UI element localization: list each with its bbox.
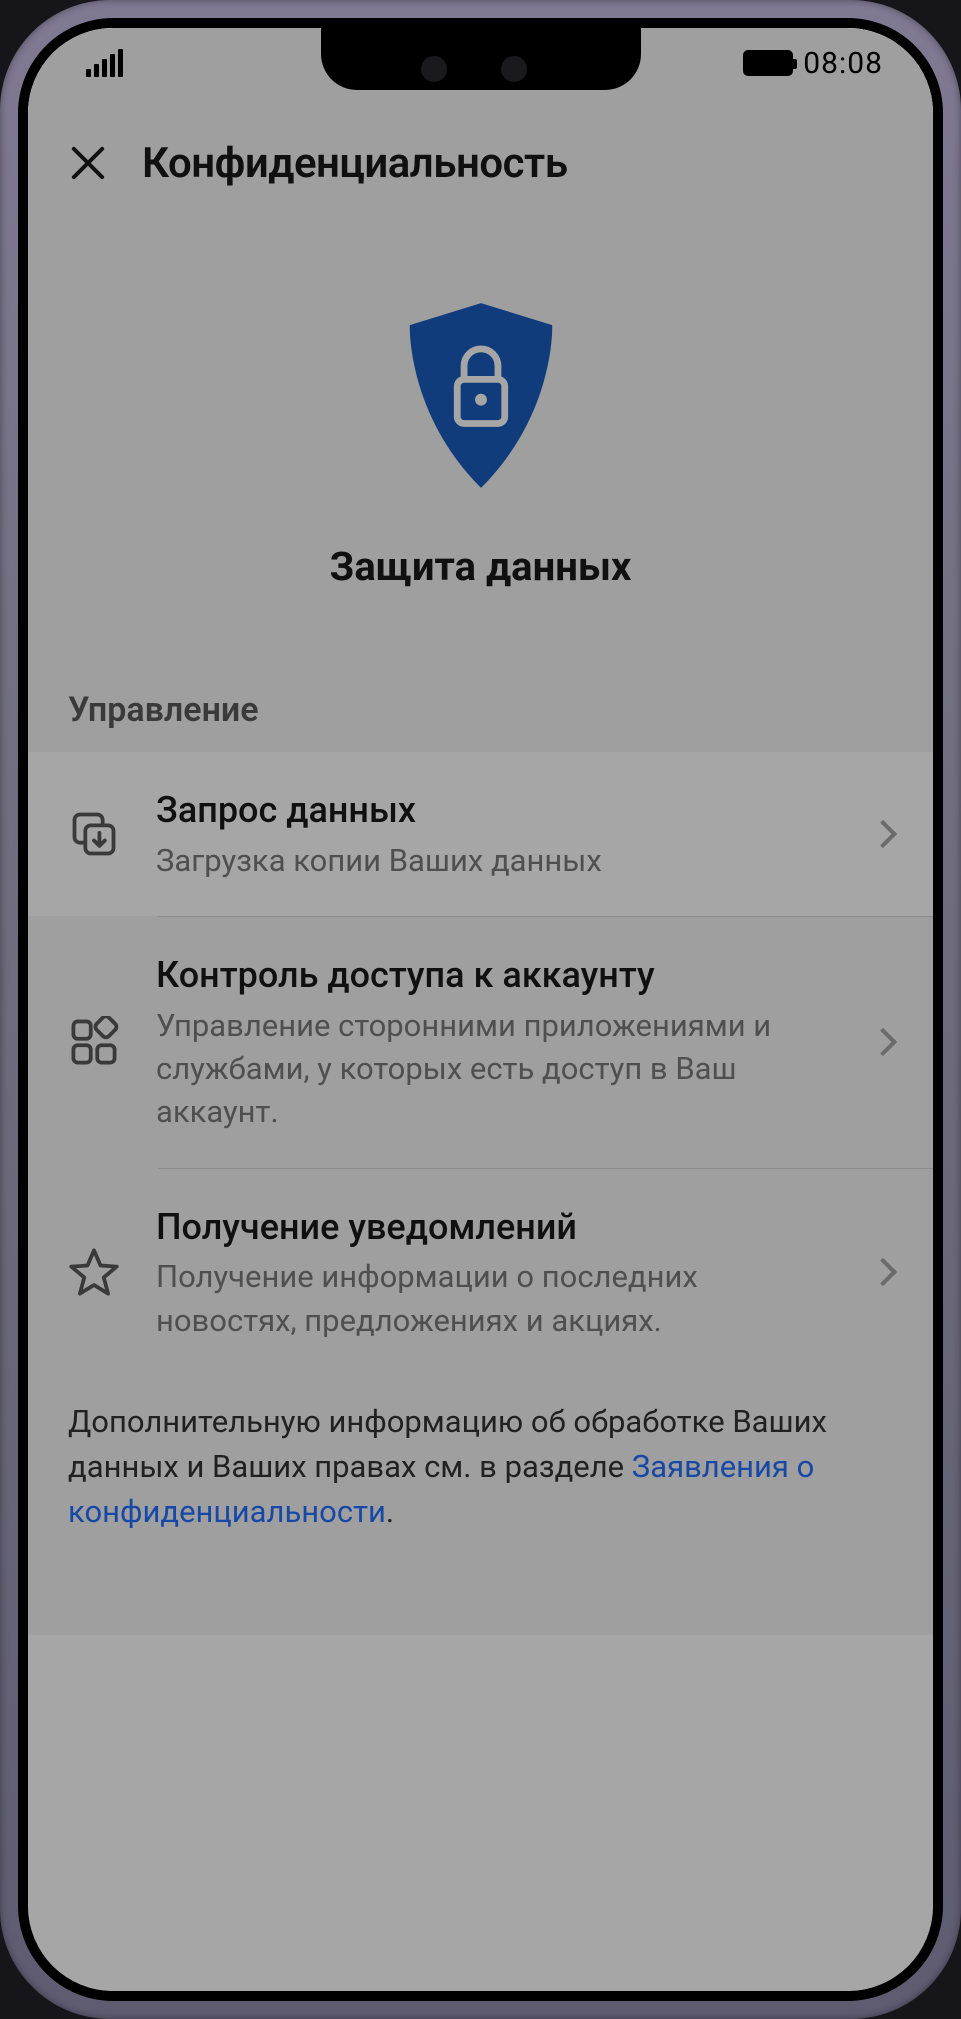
content: Защита данных Управление Запрос данных З… <box>28 228 933 1635</box>
menu-item-subtitle: Управление сторонними приложениями и слу… <box>156 1004 837 1134</box>
app-header: Конфиденциальность <box>28 98 933 228</box>
chevron-right-icon <box>869 820 897 848</box>
phone-bezel: 08:08 Конфиденциальность Защита данных <box>18 18 943 2001</box>
screen: 08:08 Конфиденциальность Защита данных <box>28 28 933 1991</box>
hero-title: Защита данных <box>58 543 903 590</box>
menu-text: Запрос данных Загрузка копии Ваших данны… <box>156 786 837 882</box>
chevron-right-icon <box>869 1258 897 1286</box>
apps-icon <box>68 1016 120 1068</box>
menu-item-subtitle: Получение информации о последних новостя… <box>156 1255 837 1342</box>
battery-icon <box>743 50 793 76</box>
star-icon <box>68 1246 120 1298</box>
menu-item-title: Получение уведомлений <box>156 1203 837 1252</box>
copy-data-icon <box>68 808 120 860</box>
status-time: 08:08 <box>803 46 883 81</box>
page-title: Конфиденциальность <box>142 139 568 188</box>
phone-frame: 08:08 Конфиденциальность Защита данных <box>0 0 961 2019</box>
menu-item-notifications[interactable]: Получение уведомлений Получение информац… <box>28 1169 933 1376</box>
section-label: Управление <box>28 690 933 752</box>
notch <box>321 28 641 90</box>
hero: Защита данных <box>28 228 933 690</box>
footer-text-after: . <box>386 1493 394 1530</box>
chevron-right-icon <box>869 1028 897 1056</box>
menu-text: Получение уведомлений Получение информац… <box>156 1203 837 1342</box>
menu-text: Контроль доступа к аккаунту Управление с… <box>156 951 837 1134</box>
status-right: 08:08 <box>743 46 883 81</box>
menu-item-data-request[interactable]: Запрос данных Загрузка копии Ваших данны… <box>28 752 933 916</box>
menu-item-account-access[interactable]: Контроль доступа к аккаунту Управление с… <box>28 917 933 1168</box>
shield-lock-icon <box>396 298 566 493</box>
menu-item-title: Запрос данных <box>156 786 837 835</box>
close-icon[interactable] <box>66 141 110 185</box>
footer-note: Дополнительную информацию об обработке В… <box>28 1376 933 1535</box>
menu-item-subtitle: Загрузка копии Ваших данных <box>156 839 837 882</box>
menu-item-title: Контроль доступа к аккаунту <box>156 951 837 1000</box>
signal-icon <box>86 49 123 77</box>
